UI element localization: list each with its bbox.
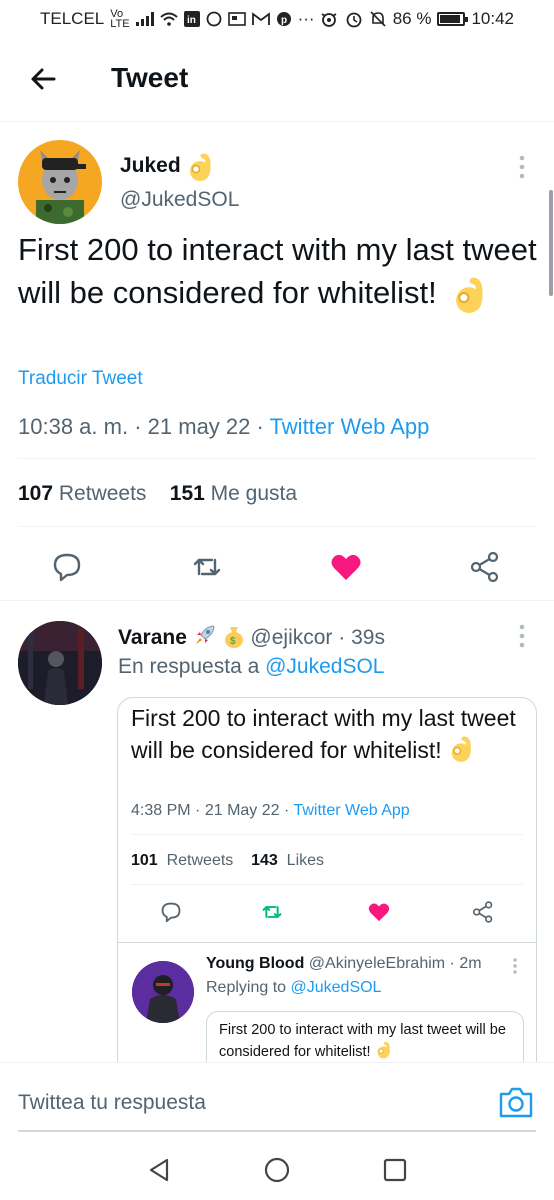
quoted-source[interactable]: Twitter Web App	[293, 802, 409, 819]
pinterest-icon: p	[276, 12, 291, 26]
replying-to: En respuesta a @JukedSOL	[118, 655, 385, 678]
status-bar: TELCEL Vo LTE in p ··· 86 % 10:42	[0, 0, 554, 40]
battery-percent: 86 %	[392, 9, 432, 28]
svg-text:p: p	[281, 15, 287, 26]
reply-icon[interactable]	[159, 900, 183, 924]
quoted-timestamp: 4:38 PM · 21 May 22 · Twitter Web App	[131, 802, 410, 819]
meta-separator: ·	[134, 414, 148, 439]
tweet-source[interactable]: Twitter Web App	[270, 414, 430, 439]
svg-text:in: in	[187, 15, 196, 26]
status-left: TELCEL Vo LTE in p ···	[40, 8, 315, 30]
nested-author-name[interactable]: Young Blood	[206, 955, 304, 972]
share-icon[interactable]	[468, 550, 502, 584]
svg-text:$: $	[230, 636, 236, 647]
tweet-timestamp: 10:38 a. m. · 21 may 22 · Twitter Web Ap…	[18, 414, 429, 440]
reply-icon[interactable]	[50, 550, 84, 584]
signal-icon	[135, 12, 154, 26]
purple-figure-avatar-illustration	[132, 961, 194, 1023]
ok-hand-emoji-icon	[456, 277, 483, 313]
wifi-icon	[159, 12, 178, 26]
ok-hand-emoji-icon	[377, 1041, 390, 1059]
reply-age: 39s	[351, 626, 385, 649]
reply-header: Varane $ @ejikcor · 39s	[118, 623, 385, 650]
retweet-icon[interactable]	[190, 550, 224, 584]
circle-app-icon	[206, 11, 222, 27]
linkedin-icon: in	[183, 11, 200, 27]
mute-bell-icon	[370, 11, 386, 27]
meta-separator: ·	[256, 414, 270, 439]
scrollbar[interactable]	[549, 190, 553, 296]
divider	[131, 834, 523, 835]
avatar[interactable]	[18, 621, 102, 705]
tweet-body: First 200 to interact with my last tweet…	[18, 228, 538, 315]
news-icon	[227, 12, 246, 26]
engagement-stats: 107 Retweets 151 Me gusta	[18, 482, 297, 506]
home-circle-icon[interactable]	[263, 1156, 291, 1184]
divider	[18, 526, 536, 527]
author-handle[interactable]: @JukedSOL	[120, 188, 239, 212]
ok-hand-emoji-icon	[451, 736, 471, 762]
composer-underline	[18, 1130, 536, 1132]
nested-author-handle[interactable]: @AkinyeleEbrahim	[309, 955, 445, 972]
quoted-engagement-stats: 101 Retweets 143 Likes	[131, 852, 325, 869]
alarm-icon	[346, 12, 362, 28]
more-options-icon[interactable]	[514, 154, 530, 180]
back-triangle-icon[interactable]	[145, 1156, 173, 1184]
quoted-tweet-text: First 200 to interact with my last tweet…	[131, 705, 516, 763]
more-options-icon[interactable]	[514, 623, 530, 649]
share-icon[interactable]	[471, 900, 495, 924]
clock: 10:42	[471, 9, 514, 28]
dark-figure-avatar-illustration	[18, 621, 102, 705]
avatar[interactable]	[18, 140, 102, 224]
rocket-emoji-icon	[195, 625, 215, 644]
system-navigation-bar	[0, 1140, 554, 1200]
nested-quoted-text: First 200 to interact with my last tweet…	[219, 1022, 506, 1060]
reply-tweet[interactable]: Varane $ @ejikcor · 39s En respuesta a @…	[0, 601, 554, 1077]
reply-author-name[interactable]: Varane	[118, 626, 187, 649]
tweet-time[interactable]: 10:38 a. m.	[18, 414, 128, 439]
money-bag-emoji-icon: $	[224, 627, 243, 648]
tweet-date[interactable]: 21 may 22	[148, 414, 251, 439]
retweet-icon[interactable]	[260, 900, 284, 924]
meta-separator: ·	[338, 626, 352, 649]
cat-avatar-illustration	[18, 140, 102, 224]
reply-input[interactable]: Twittea tu respuesta	[18, 1091, 206, 1115]
camera-icon[interactable]	[498, 1085, 534, 1119]
nested-reply[interactable]: Young Blood @AkinyeleEbrahim · 2m Replyi…	[118, 942, 536, 1076]
nested-reply-header: Young Blood @AkinyeleEbrahim · 2m	[206, 955, 482, 972]
like-heart-icon[interactable]	[329, 550, 363, 584]
page-title: Tweet	[111, 62, 189, 93]
tweet-actions	[0, 542, 554, 602]
status-right: 86 % 10:42	[319, 9, 514, 29]
author-name[interactable]: Juked	[120, 154, 181, 178]
ok-hand-emoji-icon	[190, 153, 211, 181]
gmail-icon	[251, 12, 270, 25]
replying-to-handle[interactable]: @JukedSOL	[265, 655, 384, 678]
translate-tweet-link[interactable]: Traducir Tweet	[18, 368, 143, 390]
more-notifications-icon: ···	[297, 9, 315, 28]
embedded-tweet-card[interactable]: First 200 to interact with my last tweet…	[117, 697, 537, 1077]
reply-author-handle[interactable]: @ejikcor	[250, 626, 332, 649]
nested-replying-to: Replying to @JukedSOL	[206, 979, 382, 996]
divider	[18, 458, 536, 459]
carrier-label: TELCEL	[40, 9, 105, 28]
like-heart-icon[interactable]	[367, 900, 391, 924]
divider	[131, 884, 523, 885]
nested-age: 2m	[459, 955, 482, 972]
back-arrow-icon[interactable]	[26, 62, 60, 96]
nfc-eye-icon	[321, 13, 337, 27]
top-app-bar: Tweet	[0, 40, 554, 122]
likes-stat[interactable]: 151 Me gusta	[170, 482, 297, 505]
more-options-icon[interactable]	[510, 957, 520, 975]
avatar[interactable]	[132, 961, 194, 1023]
battery-icon	[437, 12, 469, 26]
reply-composer: Twittea tu respuesta	[0, 1062, 554, 1132]
retweets-stat[interactable]: 107 Retweets	[18, 482, 146, 505]
network-type: Vo LTE	[110, 8, 130, 30]
recents-square-icon[interactable]	[381, 1156, 409, 1184]
